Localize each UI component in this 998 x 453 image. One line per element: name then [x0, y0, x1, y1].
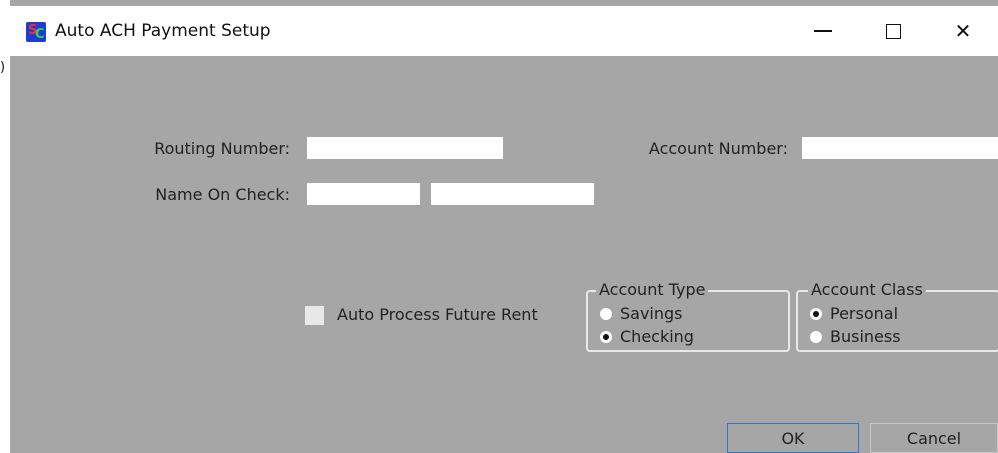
auto-process-checkbox[interactable] — [305, 306, 324, 325]
app-icon: SC — [26, 22, 46, 42]
close-button[interactable]: ✕ — [940, 14, 986, 48]
maximize-button[interactable] — [870, 14, 916, 48]
routing-number-input[interactable] — [307, 137, 503, 159]
radio-checking-label: Checking — [620, 327, 694, 346]
account-class-group: Account Class Personal Business — [796, 280, 998, 352]
account-type-group: Account Type Savings Checking — [586, 280, 790, 352]
radio-checking[interactable]: Checking — [600, 327, 694, 346]
radio-checking-indicator[interactable] — [600, 330, 612, 343]
radio-personal[interactable]: Personal — [810, 304, 898, 323]
radio-savings-indicator[interactable] — [600, 307, 612, 320]
stray-glyph: ) — [0, 60, 6, 75]
routing-number-label: Routing Number: — [154, 139, 290, 158]
minimize-button[interactable] — [800, 14, 846, 48]
radio-personal-indicator[interactable] — [810, 307, 822, 320]
radio-savings[interactable]: Savings — [600, 304, 683, 323]
radio-business-label: Business — [830, 327, 901, 346]
account-number-label: Account Number: — [648, 139, 788, 158]
account-class-title: Account Class — [808, 280, 926, 299]
window-title: Auto ACH Payment Setup — [55, 21, 271, 41]
radio-personal-label: Personal — [830, 304, 899, 323]
auto-process-label: Auto Process Future Rent — [337, 305, 538, 324]
ok-button[interactable]: OK — [727, 423, 859, 453]
radio-business-indicator[interactable] — [810, 330, 822, 343]
maximize-icon — [885, 23, 901, 39]
dialog-window: SC Auto ACH Payment Setup ✕ ) Routing Nu… — [0, 0, 998, 453]
radio-savings-label: Savings — [620, 304, 683, 323]
cancel-button[interactable]: Cancel — [870, 423, 998, 453]
name-last-input[interactable] — [431, 183, 594, 205]
minimize-icon — [814, 30, 832, 32]
title-bar[interactable]: SC Auto ACH Payment Setup ✕ — [10, 6, 998, 56]
close-icon: ✕ — [954, 19, 972, 43]
account-type-title: Account Type — [596, 280, 709, 299]
account-number-input[interactable] — [802, 137, 998, 159]
radio-business[interactable]: Business — [810, 327, 901, 346]
name-first-input[interactable] — [307, 183, 420, 205]
name-on-check-label: Name On Check: — [155, 185, 290, 204]
